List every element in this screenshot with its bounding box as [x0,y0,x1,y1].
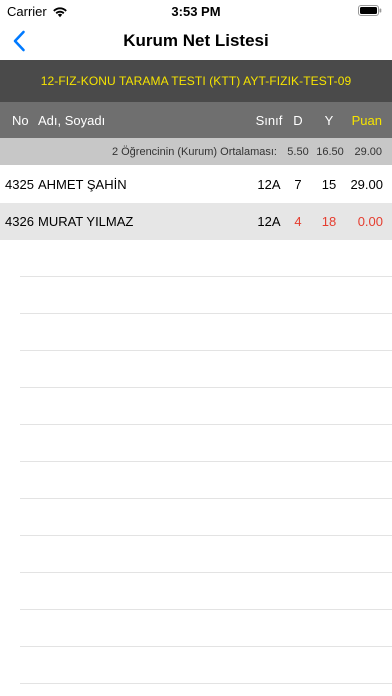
row-divider [20,646,392,647]
header-y: Y [324,112,334,128]
row-y: 18 [321,214,337,229]
battery-icon [358,5,382,16]
row-d: 7 [294,177,302,192]
row-no: 4326 [5,214,34,229]
row-name: MURAT YILMAZ [38,214,134,229]
page-title: Kurum Net Listesi [123,31,269,50]
row-divider [20,313,392,314]
header-class: Sınıf [255,112,283,128]
row-puan: 29.00 [350,177,383,192]
summary-y: 16.50 [316,145,344,158]
summary-d: 5.50 [287,145,309,158]
status-bar: Carrier 3:53 PM [0,0,392,22]
table-row[interactable]: 4325 AHMET ŞAHİN 12A 7 15 29.00 [0,166,392,203]
table-header: No Adı, Soyadı Sınıf D Y Puan [0,102,392,138]
row-divider [20,572,392,573]
row-no: 4325 [5,177,34,192]
row-name: AHMET ŞAHİN [38,177,127,192]
row-class: 12A [257,177,281,192]
row-puan: 0.00 [357,214,383,229]
row-divider [20,609,392,610]
status-time: 3:53 PM [171,4,221,19]
row-y: 15 [321,177,337,192]
header-d: D [293,112,303,128]
exam-title: 12-FIZ-KONU TARAMA TESTI (KTT) AYT-FIZIK… [40,74,352,88]
navigation-bar: Kurum Net Listesi [0,22,392,60]
summary-row: 2 Öğrencinin (Kurum) Ortalaması: 5.50 16… [0,138,392,165]
header-puan: Puan [351,112,382,128]
row-d: 4 [294,214,302,229]
header-name: Adı, Soyadı [38,112,106,128]
row-divider [20,461,392,462]
summary-puan: 29.00 [354,145,382,158]
row-divider [20,387,392,388]
exam-banner: 12-FIZ-KONU TARAMA TESTI (KTT) AYT-FIZIK… [0,60,392,102]
row-divider [20,276,392,277]
summary-label: 2 Öğrencinin (Kurum) Ortalaması: [111,145,277,158]
row-divider [20,424,392,425]
header-no: No [12,112,29,128]
table-row[interactable]: 4326 MURAT YILMAZ 12A 4 18 0.00 [0,203,392,240]
row-divider [20,683,392,684]
row-divider [20,535,392,536]
row-class: 12A [257,214,281,229]
row-divider [20,498,392,499]
row-divider [20,350,392,351]
